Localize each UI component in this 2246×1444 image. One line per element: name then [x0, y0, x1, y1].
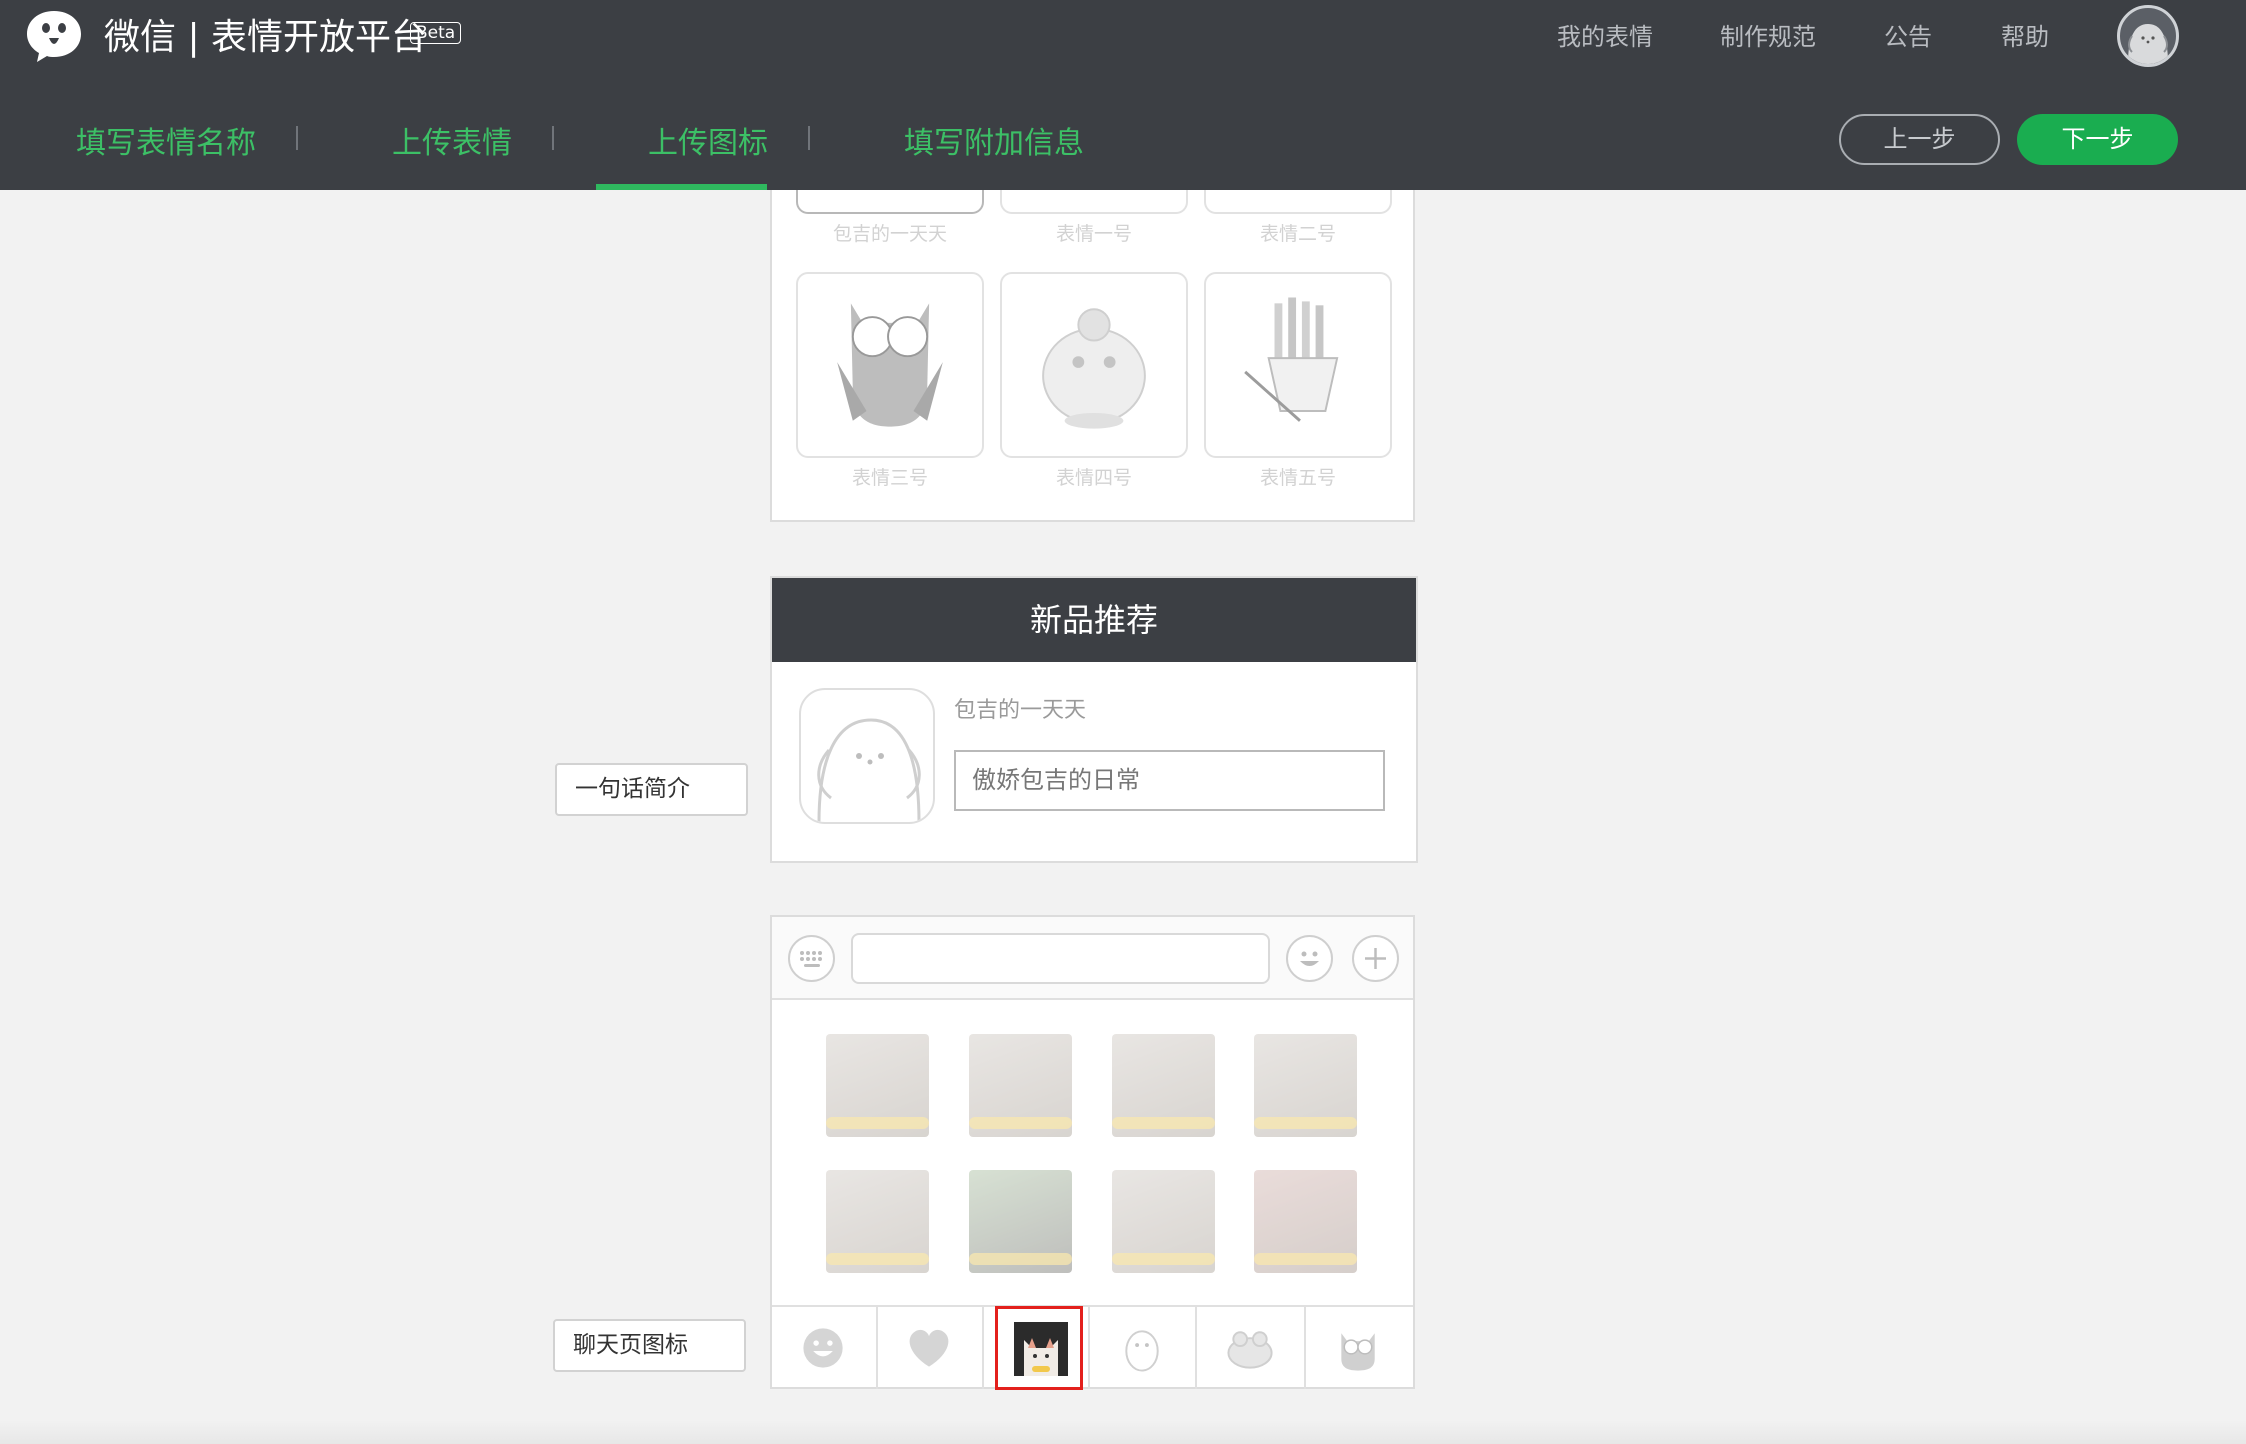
tab-owl[interactable]: [1306, 1307, 1413, 1389]
keyboard-button[interactable]: [788, 935, 835, 982]
chat-icon-side-label: 聊天页图标: [553, 1319, 746, 1372]
penguin-icon: [1125, 1330, 1159, 1372]
sticker-label: 表情四号: [1055, 467, 1132, 489]
intro-input[interactable]: 傲娇包吉的日常: [954, 750, 1385, 811]
intro-side-label: 一句话简介: [555, 763, 748, 816]
sticker-cell-partial: [1204, 190, 1392, 214]
sticker-cell-partial: [1000, 190, 1188, 214]
cat-sticker-thumbnail[interactable]: [1112, 1034, 1215, 1137]
tab-frog[interactable]: [1197, 1307, 1306, 1389]
frog-icon: [1227, 1331, 1273, 1369]
sticker-tab-row: [772, 1305, 1413, 1389]
chat-text-input[interactable]: [851, 933, 1270, 984]
sticker-label: 表情一号: [1055, 223, 1132, 245]
beta-badge: Beta: [410, 22, 462, 44]
cat-sticker-thumbnail[interactable]: [826, 1034, 929, 1137]
user-avatar[interactable]: [2117, 5, 2179, 67]
next-step-button[interactable]: 下一步: [2017, 114, 2178, 165]
step-upload-stickers[interactable]: 上传表情: [392, 124, 512, 164]
step-separator: [552, 126, 554, 150]
nav-announcements[interactable]: 公告: [1884, 20, 1932, 54]
dog-avatar-icon: [2128, 24, 2168, 64]
step-separator: [808, 126, 810, 150]
sticker-cell-partial: [796, 190, 984, 214]
new-recommendation-panel: 新品推荐 包吉的一天天 傲娇包吉的日常: [770, 576, 1418, 863]
active-step-indicator: [596, 184, 767, 190]
chat-preview-panel: [770, 915, 1415, 1390]
tab-favorites[interactable]: [878, 1307, 984, 1389]
cat-sticker-thumbnail[interactable]: [826, 1170, 929, 1273]
plus-icon: [1365, 948, 1386, 969]
dog-avatar-icon: [817, 718, 921, 822]
recommendation-title: 新品推荐: [772, 578, 1416, 662]
keyboard-icon: [800, 951, 822, 967]
step-fill-name[interactable]: 填写表情名称: [76, 124, 256, 164]
bear-icon: [1042, 308, 1146, 429]
sticker-preview-panel: 包吉的一天天 表情一号 表情二号 表情三号 表情四号 表情五号: [770, 190, 1415, 522]
owl-icon: [837, 303, 943, 427]
prev-step-button[interactable]: 上一步: [1839, 114, 2000, 165]
smiley-icon: [803, 1328, 843, 1368]
recommendation-avatar: [799, 688, 935, 824]
owl-icon: [1341, 1333, 1375, 1371]
cat-sticker-thumbnail[interactable]: [1112, 1170, 1215, 1273]
sticker-label: 表情二号: [1259, 223, 1336, 245]
top-header: 微信 | 表情开放平台 Beta 我的表情 制作规范 公告 帮助 填写表情名称 …: [0, 0, 2246, 190]
sticker-label: 表情五号: [1259, 467, 1336, 489]
nav-guidelines[interactable]: 制作规范: [1720, 20, 1816, 54]
add-button[interactable]: [1352, 935, 1399, 982]
sticker-fries[interactable]: [1204, 272, 1392, 458]
nav-help[interactable]: 帮助: [2001, 20, 2049, 54]
cat-sticker-thumbnail[interactable]: [1254, 1170, 1357, 1273]
nav-my-stickers[interactable]: 我的表情: [1557, 20, 1653, 54]
cat-sticker-thumbnail[interactable]: [969, 1170, 1072, 1273]
page-bottom-edge: [0, 1420, 2246, 1444]
cat-sticker-thumbnail[interactable]: [969, 1034, 1072, 1137]
sticker-label: 表情三号: [851, 467, 928, 489]
tab-penguin[interactable]: [1090, 1307, 1197, 1389]
tab-emoji[interactable]: [772, 1307, 878, 1389]
wechat-emoji-logo-icon: [27, 11, 81, 62]
step-extra-info[interactable]: 填写附加信息: [904, 124, 1084, 164]
recommendation-name: 包吉的一天天: [954, 698, 1087, 723]
chat-icon-highlight: [995, 1306, 1083, 1390]
cat-sticker-thumbnail[interactable]: [1254, 1034, 1357, 1137]
step-separator: [296, 126, 298, 150]
heart-icon: [909, 1329, 949, 1367]
sticker-owl[interactable]: [796, 272, 984, 458]
brand-title: 微信 | 表情开放平台: [104, 17, 428, 58]
sticker-label: 包吉的一天天: [832, 223, 947, 245]
smiley-icon: [1300, 951, 1319, 966]
chat-input-bar: [772, 917, 1413, 1000]
sticker-bear[interactable]: [1000, 272, 1188, 458]
emoji-button[interactable]: [1286, 935, 1333, 982]
fries-icon: [1244, 297, 1339, 422]
step-upload-icon[interactable]: 上传图标: [648, 124, 768, 164]
